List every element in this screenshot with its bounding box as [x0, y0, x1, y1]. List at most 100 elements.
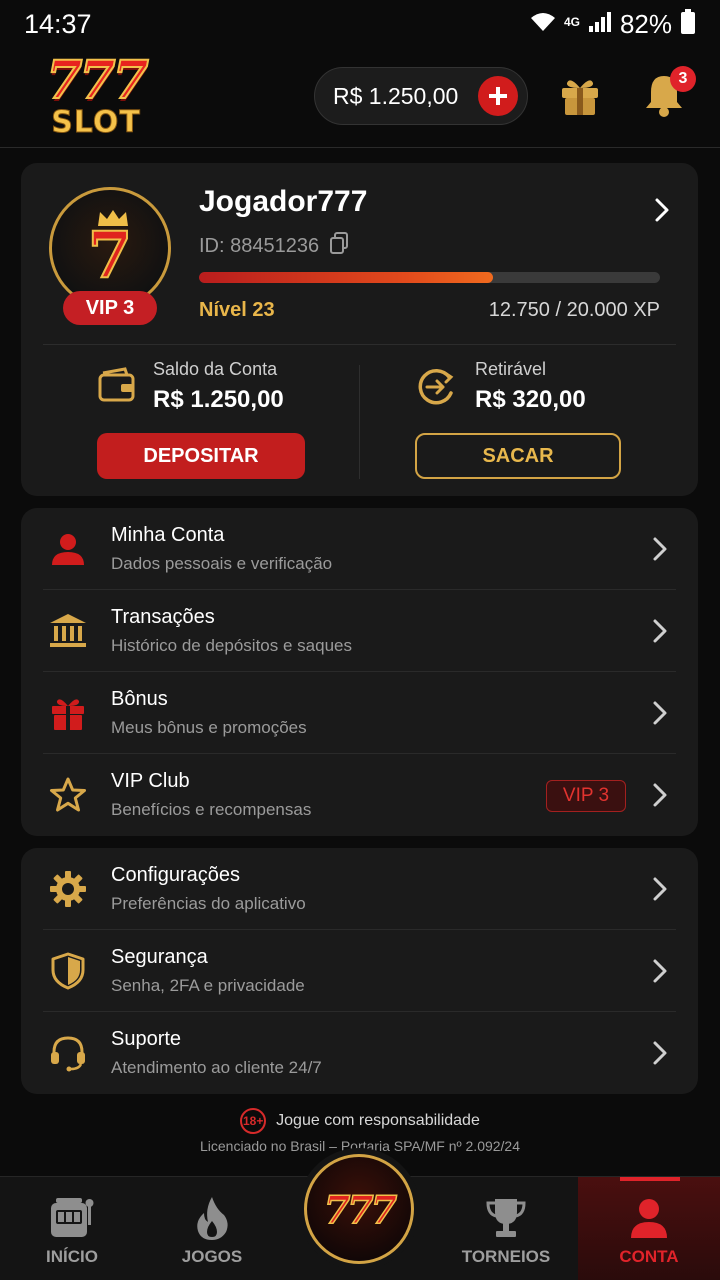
- menu-item-transacoes[interactable]: Transações Histórico de depósitos e saqu…: [21, 590, 698, 672]
- nav-label: JOGOS: [181, 1247, 243, 1266]
- gift-button[interactable]: [558, 74, 604, 120]
- status-bar: 14:37 4G 82%: [0, 0, 720, 50]
- deposit-button[interactable]: DEPOSITAR: [97, 433, 305, 479]
- bank-icon: [47, 610, 89, 652]
- avatar-glyph: 7: [87, 217, 134, 294]
- logo-text: SLOT: [51, 105, 141, 140]
- menu-title: Configurações: [111, 864, 240, 886]
- nav-label: TORNEIOS: [461, 1247, 551, 1266]
- account-balance-value: R$ 1.250,00: [153, 386, 284, 413]
- crown-icon: [98, 210, 128, 226]
- chevron-right-icon: [653, 959, 667, 983]
- username: Jogador777: [199, 185, 368, 218]
- menu-item-seguranca[interactable]: Segurança Senha, 2FA e privacidade: [21, 930, 698, 1012]
- withdraw-icon: [415, 367, 457, 412]
- trophy-icon: [481, 1193, 531, 1243]
- withdrawable-balance: Retirável R$ 320,00: [415, 359, 586, 414]
- copy-id-button[interactable]: [329, 232, 349, 260]
- nav-torneios[interactable]: TORNEIOS: [434, 1177, 578, 1280]
- flame-icon: [187, 1193, 237, 1243]
- profile-details-button[interactable]: [654, 197, 670, 228]
- chevron-right-icon: [653, 877, 667, 901]
- nav-center-label: 777: [323, 1186, 398, 1233]
- nav-center-777-button[interactable]: 777: [304, 1154, 414, 1264]
- menu-item-vip-club[interactable]: VIP Club Benefícios e recompensas VIP 3: [21, 754, 698, 836]
- user-id: ID: 88451236: [199, 232, 349, 260]
- app-logo[interactable]: 777 SLOT: [36, 50, 156, 144]
- account-balance: Saldo da Conta R$ 1.250,00: [97, 359, 284, 414]
- slot-machine-icon: [47, 1193, 97, 1243]
- notification-count-badge: 3: [670, 66, 696, 92]
- menu-title: Minha Conta: [111, 524, 225, 546]
- add-funds-button[interactable]: [478, 76, 518, 116]
- menu-subtitle: Dados pessoais e verificação: [111, 554, 333, 573]
- nav-label: CONTA: [619, 1247, 679, 1266]
- menu-item-configuracoes[interactable]: Configurações Preferências do aplicativo: [21, 848, 698, 930]
- withdrawable-value: R$ 320,00: [475, 386, 586, 413]
- vip-tag: VIP 3: [546, 780, 626, 812]
- license-text: Licenciado no Brasil – Portaria SPA/MF n…: [199, 1138, 521, 1154]
- nav-inicio[interactable]: INÍCIO: [0, 1177, 144, 1280]
- status-time: 14:37: [24, 9, 92, 39]
- nav-jogos[interactable]: JOGOS: [140, 1177, 284, 1280]
- menu-item-minha-conta[interactable]: Minha Conta Dados pessoais e verificação: [21, 508, 698, 590]
- menu-subtitle: Senha, 2FA e privacidade: [111, 976, 305, 995]
- nav-conta[interactable]: CONTA: [578, 1177, 720, 1280]
- battery-icon: [680, 9, 696, 40]
- profile-card: 7 VIP 3 Jogador777 ID: 88451236 Nível 23…: [21, 163, 698, 496]
- responsible-gaming-text[interactable]: Jogue com responsabilidade: [276, 1112, 480, 1130]
- player-level: Nível 23: [199, 299, 275, 321]
- plus-icon: [489, 87, 507, 105]
- menu-title: Segurança: [111, 946, 208, 968]
- logo-number: 777: [45, 50, 150, 111]
- wifi-icon: [530, 11, 556, 38]
- network-type: 4G: [563, 14, 580, 29]
- user-icon: [47, 528, 89, 570]
- app-header: 777 SLOT R$ 1.250,00 3: [0, 50, 720, 148]
- star-icon: [47, 774, 89, 816]
- battery-percent: 82%: [619, 9, 672, 39]
- xp-progress-fill: [199, 272, 493, 283]
- chevron-right-icon: [653, 537, 667, 561]
- menu-title: Transações: [111, 606, 215, 628]
- settings-menu: Configurações Preferências do aplicativo…: [21, 848, 698, 1094]
- status-icons: 4G 82%: [530, 9, 696, 40]
- gift-icon: [562, 80, 598, 115]
- responsible-gaming-note: 18+ Jogue com responsabilidade Licenciad…: [0, 1108, 720, 1154]
- menu-subtitle: Meus bônus e promoções: [111, 718, 307, 737]
- signal-icon: [588, 11, 612, 38]
- copy-icon: [330, 232, 349, 254]
- account-menu: Minha Conta Dados pessoais e verificação…: [21, 508, 698, 836]
- menu-subtitle: Histórico de depósitos e saques: [111, 636, 352, 655]
- header-balance[interactable]: R$ 1.250,00: [314, 67, 528, 125]
- chevron-right-icon: [653, 783, 667, 807]
- withdrawable-label: Retirável: [475, 359, 547, 379]
- shield-icon: [47, 950, 89, 992]
- menu-title: Bônus: [111, 688, 168, 710]
- menu-item-bonus[interactable]: Bônus Meus bônus e promoções: [21, 672, 698, 754]
- xp-progress-bar: [199, 272, 660, 283]
- chevron-right-icon: [653, 701, 667, 725]
- menu-title: Suporte: [111, 1028, 182, 1050]
- column-divider: [359, 365, 360, 479]
- divider: [43, 344, 676, 345]
- chevron-right-icon: [653, 619, 667, 643]
- menu-subtitle: Benefícios e recompensas: [111, 800, 312, 819]
- menu-title: VIP Club: [111, 770, 190, 792]
- headset-icon: [47, 1032, 89, 1074]
- wallet-icon: [97, 367, 137, 408]
- xp-counter: 12.750 / 20.000 XP: [488, 299, 660, 321]
- menu-subtitle: Preferências do aplicativo: [111, 894, 306, 913]
- menu-subtitle: Atendimento ao cliente 24/7: [111, 1058, 322, 1077]
- notifications-button[interactable]: 3: [642, 66, 696, 120]
- nav-label: INÍCIO: [46, 1247, 98, 1266]
- account-balance-label: Saldo da Conta: [153, 359, 278, 379]
- menu-item-suporte[interactable]: Suporte Atendimento ao cliente 24/7: [21, 1012, 698, 1094]
- user-icon: [624, 1193, 674, 1243]
- withdraw-button[interactable]: SACAR: [415, 433, 621, 479]
- gear-icon: [47, 868, 89, 910]
- vip-level-badge: VIP 3: [63, 291, 157, 325]
- header-balance-amount: R$ 1.250,00: [333, 82, 459, 109]
- age-restriction-badge: 18+: [240, 1108, 267, 1134]
- user-id-text: ID: 88451236: [199, 234, 320, 257]
